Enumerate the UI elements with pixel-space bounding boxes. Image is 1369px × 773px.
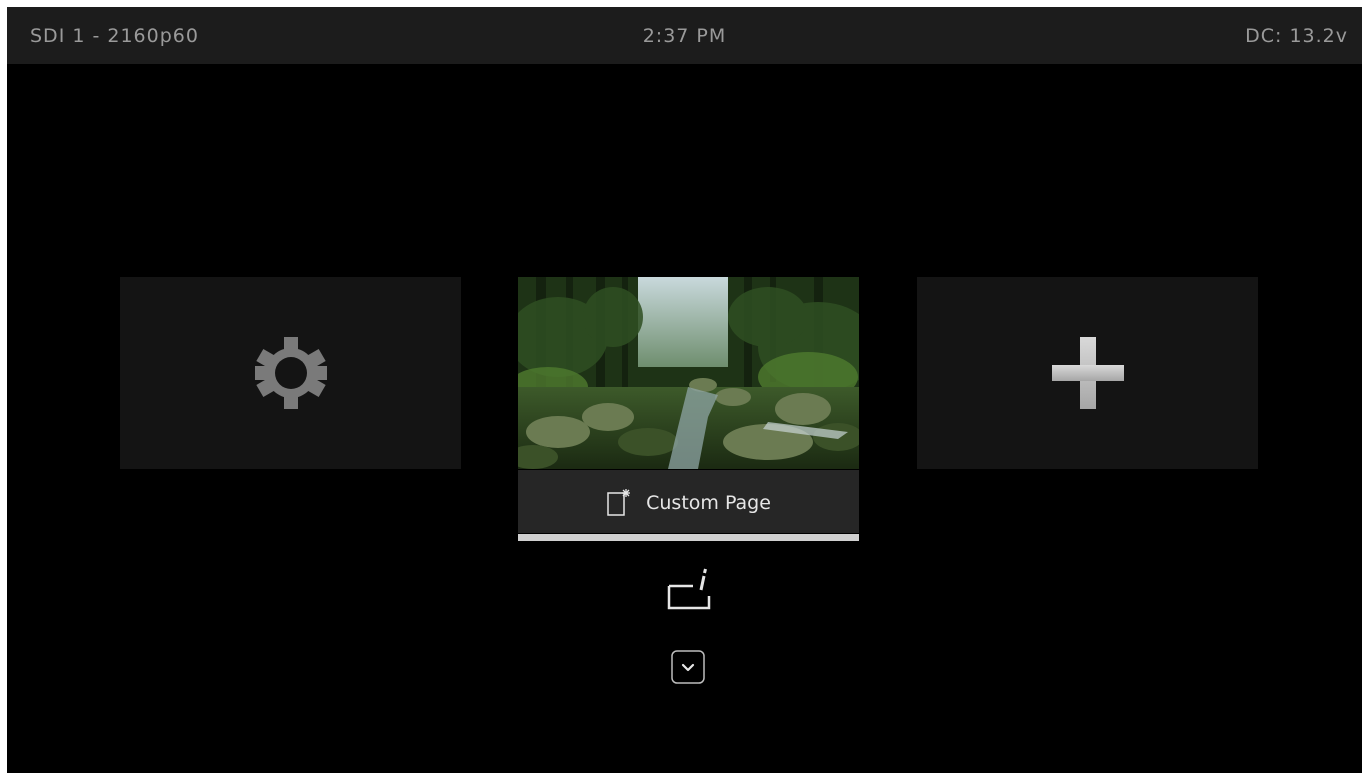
custom-page-label: Custom Page (646, 492, 771, 514)
monitor-screen: SDI 1 - 2160p60 2:37 PM DC: 13.2v Custom… (7, 7, 1362, 773)
edit-icon (667, 568, 711, 610)
expand-button[interactable] (671, 650, 705, 684)
gear-icon (254, 337, 327, 409)
custom-page-tile[interactable] (518, 277, 859, 469)
chevron-down-icon (671, 650, 705, 684)
clock-label: 2:37 PM (642, 25, 727, 47)
settings-tile[interactable] (120, 277, 461, 469)
custom-page-caption[interactable]: Custom Page (518, 470, 859, 533)
plus-icon (1051, 337, 1124, 409)
page-icon (607, 489, 631, 516)
edit-page-button[interactable] (663, 568, 715, 614)
selection-indicator (518, 534, 859, 541)
status-bar: SDI 1 - 2160p60 2:37 PM DC: 13.2v (7, 7, 1362, 64)
forest-thumbnail (518, 277, 859, 469)
add-page-tile[interactable] (917, 277, 1258, 469)
power-voltage-label: DC: 13.2v (1245, 25, 1348, 47)
